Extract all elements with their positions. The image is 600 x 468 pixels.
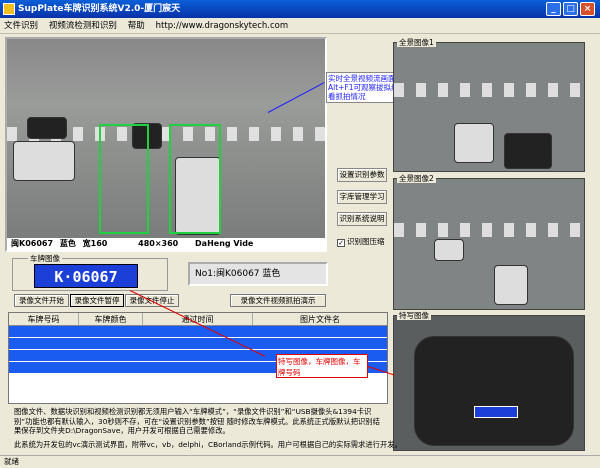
callout-note: 特写图像，车牌图像，车牌号码: [276, 354, 368, 378]
app-icon: [3, 3, 15, 15]
crosswalk: [394, 83, 584, 97]
help-button[interactable]: 识别系统说明: [337, 212, 387, 226]
panorama-1-label: 全景图像1: [397, 38, 436, 47]
vehicle: [13, 141, 75, 181]
checkbox-check-icon: ✓: [337, 239, 345, 247]
record-demo-button[interactable]: 录像文件视频抓拍演示: [230, 294, 326, 307]
crosswalk: [394, 223, 584, 237]
minimize-button[interactable]: _: [546, 2, 561, 16]
close-button[interactable]: ×: [580, 2, 595, 16]
menu-bar: 文件识别 视频流检测和识别 帮助 http://www.dragonskytec…: [0, 18, 600, 34]
menu-website-link[interactable]: http://www.dragonskytech.com: [152, 18, 292, 34]
detection-box: [99, 124, 149, 234]
compress-checkbox[interactable]: ✓ 识别图压缩: [337, 236, 385, 247]
info-color: 蓝色: [59, 239, 76, 248]
settings-button[interactable]: 设置识别参数: [337, 168, 387, 182]
panorama-image-2: [393, 178, 585, 310]
vehicle: [494, 265, 528, 305]
panorama-2-label: 全景图像2: [397, 174, 436, 183]
window-title: SupPlate车牌识别系统V2.0-厦门宸天: [18, 4, 181, 14]
plate-image: K·06067: [34, 264, 138, 288]
info-size: 480×360: [138, 239, 179, 248]
menu-video-detection[interactable]: 视频流检测和识别: [45, 18, 121, 34]
feature-label: 特写图像: [397, 311, 431, 320]
vehicle: [27, 117, 67, 139]
col-plate-number[interactable]: 车牌号码: [9, 313, 79, 325]
description-text: 图像文件、数据块识别和视频检测识别都无须用户输入“车牌模式”，“录像文件识别”和…: [14, 407, 380, 435]
vehicle: [504, 133, 552, 169]
menu-file-recognition[interactable]: 文件识别: [0, 18, 42, 34]
maximize-button[interactable]: □: [563, 2, 578, 16]
plate-closeup: [474, 406, 518, 418]
status-bar: 就绪: [0, 455, 600, 467]
col-plate-color[interactable]: 车牌颜色: [79, 313, 143, 325]
info-width: 宽160: [82, 239, 108, 248]
col-image-filename[interactable]: 图片文件名: [253, 313, 387, 325]
feature-image: [393, 315, 585, 451]
record-pause-button[interactable]: 录像文件暂停: [70, 294, 124, 307]
vehicle: [434, 239, 464, 261]
record-start-button[interactable]: 录像文件开始: [14, 294, 69, 307]
info-vendor: DaHeng Vide: [195, 239, 254, 248]
main-video-panel[interactable]: 闽K06067 蓝色 宽160 480×360 DaHeng Vide: [5, 37, 327, 252]
video-info-bar: 闽K06067 蓝色 宽160 480×360 DaHeng Vide: [7, 238, 325, 250]
title-bar: SupPlate车牌识别系统V2.0-厦门宸天 _ □ ×: [0, 0, 600, 18]
info-plate: 闽K06067: [11, 239, 54, 248]
vehicle-closeup: [414, 336, 574, 446]
compress-label: 识别图压缩: [347, 237, 385, 246]
panorama-image-1: [393, 42, 585, 172]
plate-image-label: 车牌图像: [28, 253, 62, 264]
menu-help[interactable]: 帮助: [124, 18, 149, 34]
recognition-result: No1:闽K06067 蓝色: [188, 262, 328, 286]
detection-box: [169, 124, 221, 234]
vehicle: [454, 123, 494, 163]
table-row[interactable]: [9, 326, 387, 338]
description-text-2: 此系统为开发包的vc演示测试界面，附带vc，vb，delphi，CBorland…: [14, 440, 402, 449]
table-row[interactable]: [9, 338, 387, 350]
library-button[interactable]: 字库管理学习: [337, 190, 387, 204]
